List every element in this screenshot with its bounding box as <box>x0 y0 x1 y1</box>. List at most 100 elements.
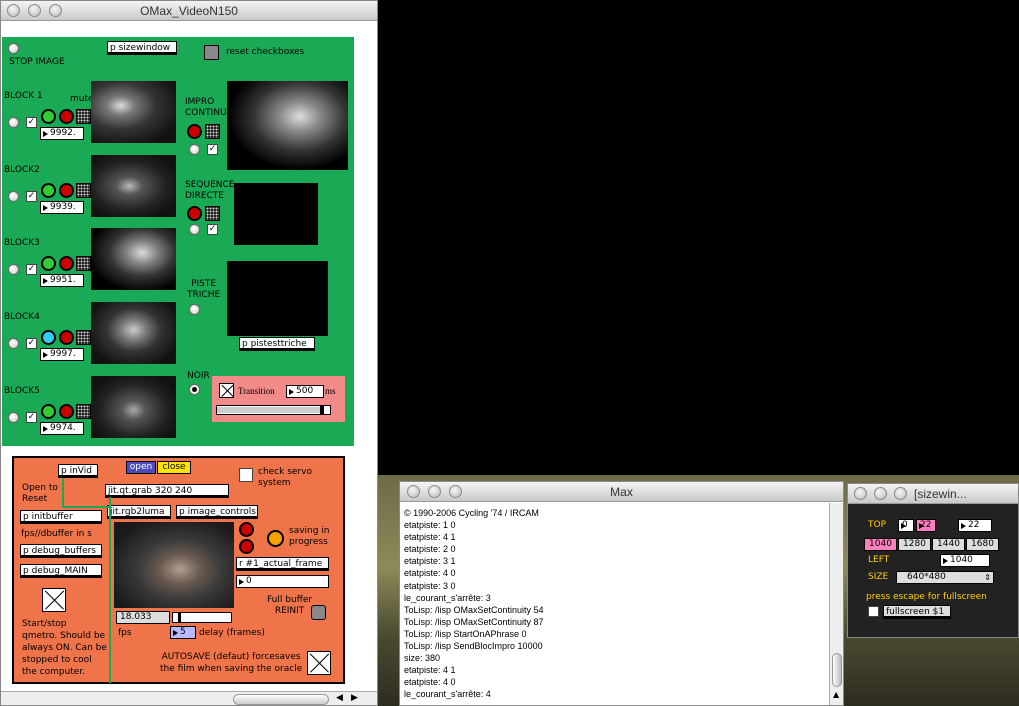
block-number[interactable]: 9997. <box>40 348 84 361</box>
transition-number[interactable]: 500 <box>286 385 324 398</box>
reset-checkbox-button[interactable] <box>204 45 219 60</box>
scroll-thumb[interactable] <box>233 694 329 705</box>
block-green-led[interactable] <box>41 330 56 345</box>
block-checkbox[interactable]: ✓ <box>26 117 37 128</box>
full-buffer-button[interactable] <box>311 605 326 620</box>
block-green-led[interactable] <box>41 109 56 124</box>
left-number[interactable]: 1040 <box>940 554 990 567</box>
block-checkbox[interactable]: ✓ <box>26 264 37 275</box>
block-grid[interactable] <box>76 256 91 271</box>
block-checkbox[interactable]: ✓ <box>26 338 37 349</box>
initbuffer-object[interactable]: p initbuffer <box>20 510 102 524</box>
block-checkbox[interactable]: ✓ <box>26 412 37 423</box>
fps-slider[interactable] <box>172 612 232 623</box>
sizewin-title-bar[interactable]: [sizewin... <box>848 484 1018 504</box>
block-grid[interactable] <box>76 404 91 419</box>
block-red-led[interactable] <box>59 404 74 419</box>
block-red-led[interactable] <box>59 109 74 124</box>
block-radio[interactable] <box>8 191 19 202</box>
block-grid[interactable] <box>76 330 91 345</box>
block-grid[interactable] <box>76 109 91 124</box>
block-number[interactable]: 9992. <box>40 127 84 140</box>
title-bar[interactable]: OMax_VideoN150 <box>1 1 377 21</box>
block-red-led[interactable] <box>59 256 74 271</box>
horizontal-scrollbar[interactable]: ◀ ▶ <box>1 691 377 705</box>
transition-slider[interactable] <box>216 405 331 415</box>
open-message[interactable]: open <box>126 461 156 474</box>
width-preset-button[interactable]: 1440 <box>932 538 965 551</box>
sizewindow-object[interactable]: p sizewindow <box>107 41 177 55</box>
block-checkbox[interactable]: ✓ <box>26 191 37 202</box>
block-radio[interactable] <box>8 264 19 275</box>
fps-dbuffer-label: fps//dbuffer in s <box>21 529 92 539</box>
zoom-window-button[interactable] <box>894 487 907 500</box>
red-button-2[interactable] <box>239 539 254 554</box>
actual-frame-object[interactable]: r #1_actual_frame <box>236 557 329 571</box>
transition-toggle[interactable] <box>219 383 234 398</box>
console-line: etatpiste: 4 1 <box>404 532 456 543</box>
width-preset-button[interactable]: 1680 <box>966 538 999 551</box>
scroll-up-icon[interactable]: ▲ <box>833 690 839 699</box>
transition-panel: Transition 500 ms <box>212 376 345 422</box>
size-dropdown[interactable]: 640*480 ⇕ <box>896 571 994 584</box>
invid-object[interactable]: p inVid <box>58 464 98 478</box>
check-servo-checkbox[interactable] <box>239 468 253 482</box>
delay-number[interactable]: 5 <box>170 626 196 639</box>
block-green-led[interactable] <box>41 256 56 271</box>
console-line: etatpiste: 2 0 <box>404 544 456 555</box>
block-radio[interactable] <box>8 338 19 349</box>
width-preset-button[interactable]: 1280 <box>898 538 931 551</box>
close-message[interactable]: close <box>157 461 191 474</box>
block-red-led[interactable] <box>59 330 74 345</box>
block-number[interactable]: 9974. <box>40 422 84 435</box>
block-label: BLOCK5 <box>4 386 40 396</box>
impro-checkbox[interactable]: ✓ <box>207 144 218 155</box>
sizewin-panel: TOP 0 22 22 1040 1280 1440 1680 LEFT 1040 S… <box>854 510 1014 634</box>
sequence-checkbox[interactable]: ✓ <box>207 224 218 235</box>
sizewin-window: [sizewin... TOP 0 22 22 1040 1280 1440 1680… <box>847 483 1019 638</box>
debug-buffers-object[interactable]: p debug_buffers <box>20 544 102 558</box>
impro-red-led[interactable] <box>187 124 202 139</box>
impro-grid[interactable] <box>205 124 220 139</box>
pistesttriche-object[interactable]: p pistesttriche <box>239 337 315 351</box>
block-grid[interactable] <box>76 183 91 198</box>
image-controls-object[interactable]: p image_controls <box>176 505 258 519</box>
qmetro-toggle[interactable] <box>42 588 66 612</box>
patch-cord <box>62 506 110 508</box>
console-scrollbar[interactable]: ▲ <box>829 503 843 705</box>
stop-image-radio[interactable] <box>8 43 19 54</box>
sequence-red-led[interactable] <box>187 206 202 221</box>
block-radio[interactable] <box>8 117 19 128</box>
block-red-led[interactable] <box>59 183 74 198</box>
block-green-led[interactable] <box>41 183 56 198</box>
top-c-number[interactable]: 22 <box>958 519 992 532</box>
rgb2luma-object[interactable]: jit.rgb2luma <box>107 505 171 519</box>
impro-radio[interactable] <box>189 144 200 155</box>
fps-slider-knob[interactable] <box>178 613 181 622</box>
scroll-left-icon[interactable]: ◀ <box>336 693 343 703</box>
red-button-1[interactable] <box>239 522 254 537</box>
grab-object[interactable]: jit.qt.grab 320 240 <box>105 484 229 498</box>
fullscreen-checkbox[interactable] <box>868 606 879 617</box>
top-a-number[interactable]: 0 <box>898 519 914 532</box>
minimize-window-button[interactable] <box>874 487 887 500</box>
console-scroll-thumb[interactable] <box>832 653 842 687</box>
piste-triche-radio[interactable] <box>189 304 200 315</box>
block-number[interactable]: 9939. <box>40 201 84 214</box>
noir-radio[interactable] <box>189 384 200 395</box>
fullscreen-message[interactable]: fullscreen $1 <box>883 605 951 619</box>
block-green-led[interactable] <box>41 404 56 419</box>
transition-slider-knob[interactable] <box>320 405 325 415</box>
sequence-grid[interactable] <box>205 206 220 221</box>
top-b-number[interactable]: 22 <box>916 519 936 532</box>
width-preset-button[interactable]: 1040 <box>864 538 897 551</box>
close-window-button[interactable] <box>854 487 867 500</box>
block-number[interactable]: 9951. <box>40 274 84 287</box>
sequence-radio[interactable] <box>189 224 200 235</box>
console-title-bar[interactable]: Max <box>400 482 843 502</box>
autosave-toggle[interactable] <box>307 651 331 675</box>
block-radio[interactable] <box>8 412 19 423</box>
scroll-right-icon[interactable]: ▶ <box>351 693 358 703</box>
debug-main-object[interactable]: p debug_MAIN <box>20 564 102 578</box>
actual-frame-number[interactable]: 0 <box>236 575 329 588</box>
